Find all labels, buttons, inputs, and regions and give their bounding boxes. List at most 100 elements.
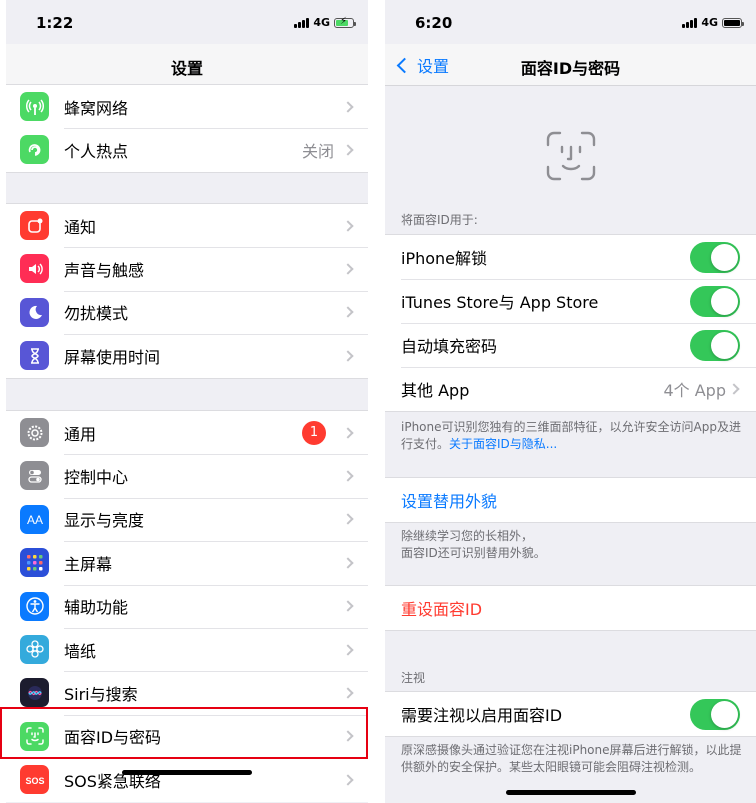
toggle-label: 需要注视以启用面容ID xyxy=(401,706,563,725)
chevron-right-icon xyxy=(342,144,354,156)
settings-item-wallpaper[interactable]: 墙纸 xyxy=(6,627,368,671)
moon-icon xyxy=(20,297,49,327)
page-title: 设置 xyxy=(170,59,203,78)
network-type: 4G xyxy=(701,16,718,29)
nav-bar: 面容ID与密码 设置 xyxy=(385,44,756,86)
settings-item-control-center[interactable]: 控制中心 xyxy=(6,454,368,497)
attention-footnote: 原深感摄像头通过验证您在注视iPhone屏幕后进行解锁，以此提供额外的安全保护。… xyxy=(401,743,742,774)
toggle-label: iPhone解锁 xyxy=(401,249,488,268)
other-apps-count: 4个 App xyxy=(663,381,726,400)
settings-item-hotspot[interactable]: 个人热点 关闭 xyxy=(6,128,368,171)
chevron-right-icon xyxy=(342,427,354,439)
reset-faceid-button[interactable]: 重设面容ID xyxy=(401,596,482,620)
faceid-use-group: iPhone解锁 iTunes Store与 App Store 自动填充密码 … xyxy=(385,234,756,412)
chevron-right-icon xyxy=(342,600,354,612)
back-button[interactable]: 设置 xyxy=(393,53,449,77)
settings-item-label: 个人热点 xyxy=(64,142,129,162)
svg-text:SOS: SOS xyxy=(25,776,44,786)
settings-item-screen-time[interactable]: 屏幕使用时间 xyxy=(6,334,368,377)
autofill-toggle[interactable] xyxy=(690,329,740,361)
hotspot-icon xyxy=(20,135,49,165)
signal-icon xyxy=(682,17,698,28)
settings-item-cellular[interactable]: 蜂窝网络 xyxy=(6,85,368,128)
chevron-right-icon xyxy=(342,306,354,319)
chevron-right-icon xyxy=(342,513,354,526)
network-type: 4G xyxy=(313,16,330,29)
siri-icon xyxy=(20,678,49,708)
iphone-unlock-toggle[interactable] xyxy=(690,241,740,273)
settings-item-label: 通知 xyxy=(64,217,97,237)
toggle-label: 自动填充密码 xyxy=(401,337,498,356)
settings-item-label: 显示与亮度 xyxy=(64,511,145,531)
hourglass-icon xyxy=(20,341,49,371)
footnote-line: 除继续学习您的长相外， xyxy=(401,529,534,543)
settings-item-label: 通用 xyxy=(64,424,97,444)
settings-group-notifications: 通知 声音与触感 勿扰模式 屏幕使用时间 xyxy=(6,203,368,379)
settings-item-label: 蜂窝网络 xyxy=(64,98,129,118)
settings-item-notifications[interactable]: 通知 xyxy=(6,204,368,247)
chevron-right-icon xyxy=(342,220,354,232)
chevron-right-icon xyxy=(342,350,354,362)
settings-item-sos[interactable]: SOS SOS紧急联络 xyxy=(6,758,368,801)
status-bar: 1:22 4G ⚡ xyxy=(6,0,368,44)
status-time: 1:22 xyxy=(36,14,74,32)
settings-item-accessibility[interactable]: 辅助功能 xyxy=(6,584,368,628)
chevron-right-icon xyxy=(342,557,354,569)
require-attention-toggle[interactable] xyxy=(690,698,740,730)
faceid-footnote: iPhone可识别您独有的三维面部特征，以允许安全访问App及进行支付。关于面容… xyxy=(401,419,742,453)
privacy-link[interactable]: 关于面容ID与隐私... xyxy=(449,437,557,451)
settings-item-general[interactable]: 通用 1 xyxy=(6,411,368,454)
nav-bar: 设置 xyxy=(6,44,368,86)
settings-group-network: 蜂窝网络 个人热点 关闭 xyxy=(6,84,368,173)
notification-badge: 1 xyxy=(302,420,326,445)
battery-icon xyxy=(722,17,744,28)
home-indicator[interactable] xyxy=(505,790,636,795)
settings-item-label: 勿扰模式 xyxy=(64,304,129,324)
gear-icon xyxy=(20,418,49,447)
alt-appearance-group: 设置替用外貌 xyxy=(385,477,756,523)
status-time: 6:20 xyxy=(415,14,453,32)
chevron-right-icon xyxy=(342,687,354,699)
footnote-line: 面容ID还可识别替用外貌。 xyxy=(401,546,546,560)
cellular-icon xyxy=(20,92,49,121)
chevron-left-icon xyxy=(396,57,413,73)
accessibility-icon xyxy=(20,591,49,621)
alt-appearance-row[interactable]: 设置替用外貌 xyxy=(385,478,756,522)
chevron-right-icon xyxy=(342,101,354,113)
other-apps-row[interactable]: 其他 App 4个 App xyxy=(385,367,756,411)
sound-icon xyxy=(20,254,49,284)
chevron-right-icon xyxy=(342,263,354,275)
hotspot-status: 关闭 xyxy=(301,142,334,162)
battery-charging-icon: ⚡ xyxy=(334,16,356,28)
notifications-icon xyxy=(20,211,49,240)
settings-screen: 1:22 4G ⚡ 设置 蜂窝网络 个人热点 关闭 通知 声音与触感 勿扰模式 … xyxy=(6,0,368,803)
control-center-icon xyxy=(20,461,49,491)
settings-item-sounds[interactable]: 声音与触感 xyxy=(6,247,368,290)
back-label: 设置 xyxy=(417,57,450,76)
faceid-icon xyxy=(546,131,596,181)
sos-icon: SOS xyxy=(20,765,49,795)
itunes-appstore-toggle[interactable] xyxy=(690,285,740,317)
reset-row[interactable]: 重设面容ID xyxy=(385,586,756,630)
settings-item-label: 声音与触感 xyxy=(64,261,145,281)
settings-item-display[interactable]: AA 显示与亮度 xyxy=(6,497,368,541)
home-screen-icon xyxy=(20,548,49,578)
chevron-right-icon xyxy=(342,470,354,482)
home-indicator[interactable] xyxy=(122,770,252,775)
faceid-passcode-screen: 6:20 4G 面容ID与密码 设置 将面容ID用于: iPhone解锁 iTu… xyxy=(385,0,756,803)
status-bar: 6:20 4G xyxy=(385,0,756,44)
chevron-right-icon xyxy=(728,383,740,395)
toggle-row-iphone-unlock: iPhone解锁 xyxy=(385,235,756,279)
highlight-box xyxy=(0,707,368,759)
chevron-right-icon xyxy=(342,643,354,656)
alt-appearance-button[interactable]: 设置替用外貌 xyxy=(401,488,497,512)
reset-group: 重设面容ID xyxy=(385,585,756,631)
settings-item-home-screen[interactable]: 主屏幕 xyxy=(6,541,368,584)
attention-group: 需要注视以启用面容ID xyxy=(385,691,756,737)
settings-item-do-not-disturb[interactable]: 勿扰模式 xyxy=(6,290,368,334)
wallpaper-icon xyxy=(20,634,49,664)
toggle-row-autofill: 自动填充密码 xyxy=(385,323,756,367)
settings-item-label: 控制中心 xyxy=(64,468,129,488)
alt-appearance-footnote: 除继续学习您的长相外， 面容ID还可识别替用外貌。 xyxy=(401,528,742,562)
section-header: 将面容ID用于: xyxy=(401,213,478,227)
